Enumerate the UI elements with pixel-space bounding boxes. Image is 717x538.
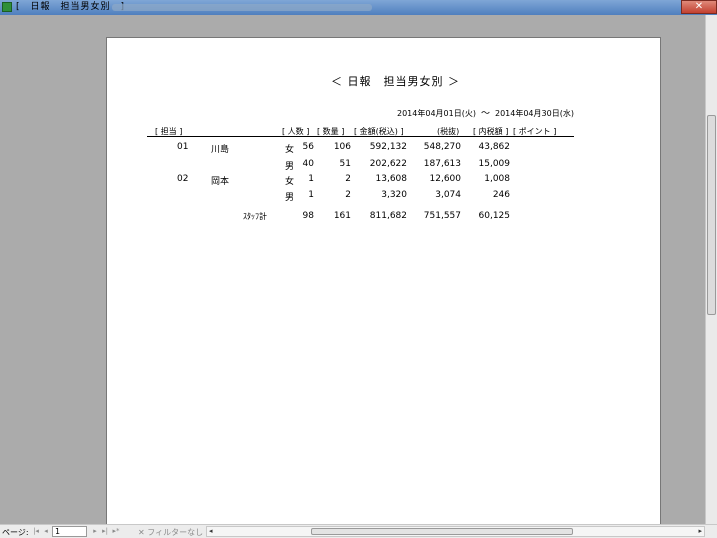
amount-value: 202,622	[369, 159, 407, 169]
amount-value: 592,132	[369, 142, 407, 152]
date-to: 2014年04月30日(水)	[494, 109, 574, 118]
next-page-icon[interactable]: ▸	[91, 526, 99, 536]
vertical-scrollbar[interactable]	[705, 15, 717, 524]
vertical-scroll-thumb[interactable]	[707, 115, 716, 315]
title-bar-blurred-text	[112, 4, 372, 11]
gender: 男	[285, 193, 295, 203]
excl-value: 12,600	[429, 174, 462, 184]
status-bar: ページ: |◂ ◂ 1 ▸ ▸| ▸* ✕ フィルターなし ◂ ▸	[0, 524, 717, 538]
report-title: ＜ 日報 担当男女別 ＞	[331, 75, 460, 88]
filter-label: フィルターなし	[147, 528, 204, 537]
total-amount: 811,682	[369, 211, 407, 221]
scroll-right-icon[interactable]: ▸	[698, 527, 702, 535]
excl-value: 187,613	[423, 159, 461, 169]
date-from: 2014年04月01日(火)	[397, 109, 476, 118]
staff-name: 川島	[211, 145, 230, 155]
qty-value: 51	[339, 159, 351, 169]
gender: 男	[285, 162, 295, 172]
total-label: ｽﾀｯﾌ計	[243, 212, 267, 221]
report-page: ＜ 日報 担当男女別 ＞ 2014年04月01日(火) ～ 2014年04月30日(…	[106, 37, 661, 524]
tax-value: 246	[492, 190, 510, 200]
date-separator: ～	[480, 109, 490, 119]
new-record-icon[interactable]: ▸*	[112, 526, 120, 536]
filter-status[interactable]: ✕ フィルターなし	[138, 527, 203, 538]
gender: 女	[285, 177, 295, 187]
first-page-icon[interactable]: |◂	[32, 526, 40, 536]
total-qty: 161	[333, 211, 351, 221]
tax-value: 15,009	[478, 159, 511, 169]
close-button[interactable]: ✕	[681, 0, 717, 14]
scroll-left-icon[interactable]: ◂	[209, 527, 213, 535]
count-value: 1	[308, 174, 314, 184]
staff-code: 01	[177, 142, 189, 152]
page-label: ページ:	[2, 528, 29, 537]
total-excl: 751,557	[423, 211, 461, 221]
excl-value: 3,074	[435, 190, 461, 200]
prev-page-icon[interactable]: ◂	[42, 526, 50, 536]
count-value: 1	[308, 190, 314, 200]
staff-name: 岡本	[211, 177, 230, 187]
header-rule	[147, 136, 574, 137]
qty-value: 106	[333, 142, 351, 152]
page-number-input[interactable]: 1	[52, 526, 87, 537]
report-viewport: ＜ 日報 担当男女別 ＞ 2014年04月01日(火) ～ 2014年04月30日(…	[0, 15, 705, 524]
horizontal-scrollbar[interactable]: ◂ ▸	[206, 526, 705, 537]
total-tax: 60,125	[478, 211, 511, 221]
amount-value: 3,320	[381, 190, 407, 200]
window-title: [ 日報 担当男女別 ]	[16, 2, 126, 12]
amount-value: 13,608	[375, 174, 408, 184]
excl-value: 548,270	[423, 142, 461, 152]
qty-value: 2	[345, 190, 351, 200]
qty-value: 2	[345, 174, 351, 184]
staff-code: 02	[177, 174, 189, 184]
gender: 女	[285, 145, 295, 155]
tax-value: 1,008	[484, 174, 510, 184]
app-icon	[2, 2, 12, 12]
date-range: 2014年04月01日(火) ～ 2014年04月30日(水)	[397, 106, 574, 119]
last-page-icon[interactable]: ▸|	[101, 526, 109, 536]
title-bar: [ 日報 担当男女別 ] ✕	[0, 0, 717, 15]
count-value: 40	[302, 159, 314, 169]
tax-value: 43,862	[478, 142, 511, 152]
total-count: 98	[302, 211, 314, 221]
count-value: 56	[302, 142, 314, 152]
horizontal-scroll-thumb[interactable]	[311, 528, 573, 535]
